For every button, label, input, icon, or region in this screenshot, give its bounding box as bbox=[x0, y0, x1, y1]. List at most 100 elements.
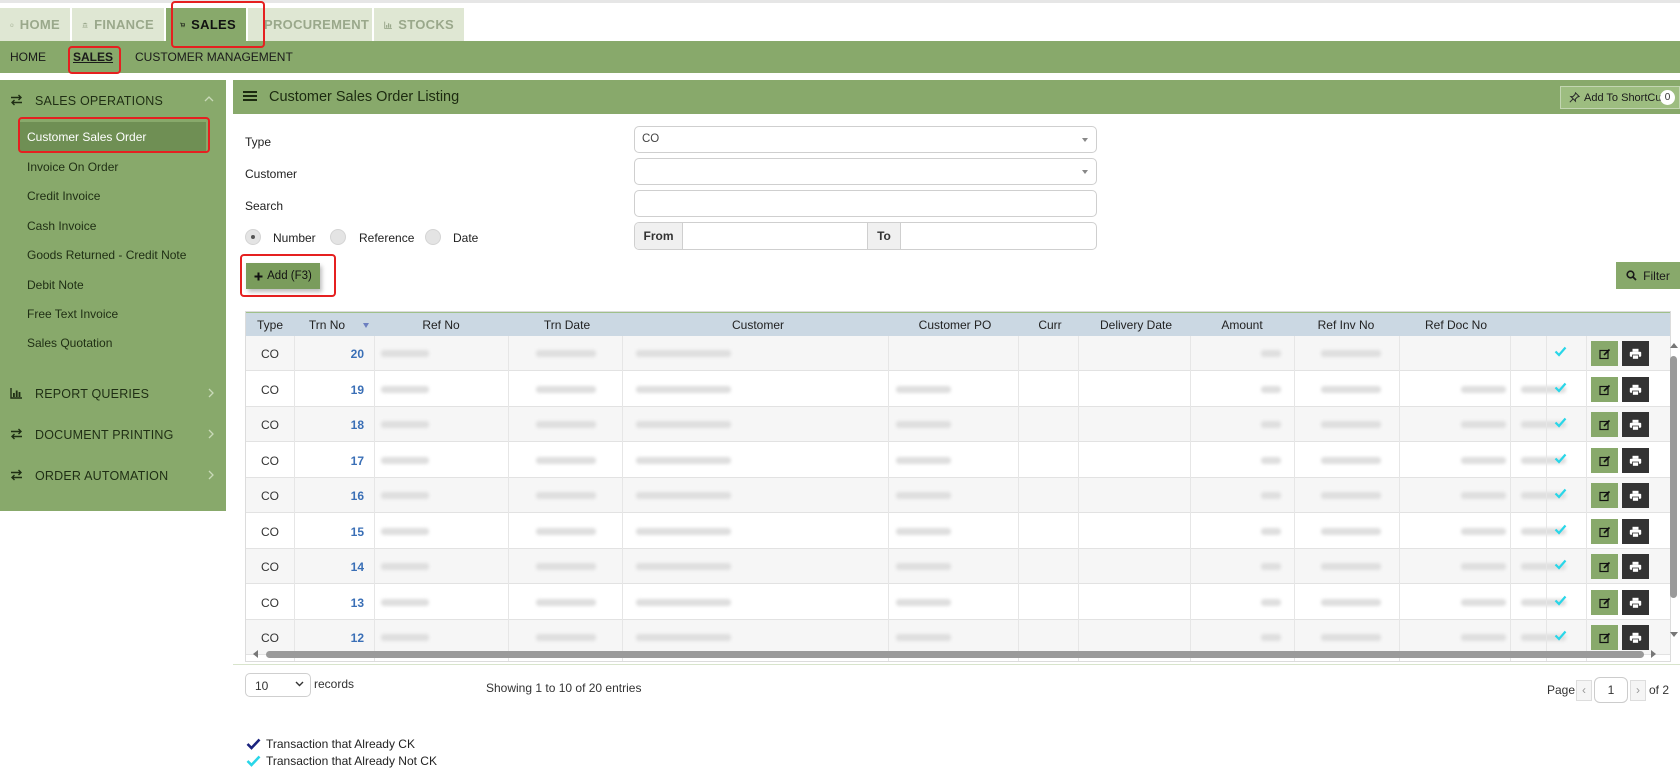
sidebar-item-invoice-on-order[interactable]: Invoice On Order bbox=[27, 160, 118, 174]
home-icon bbox=[10, 22, 14, 27]
table-row[interactable]: CO 16 bbox=[246, 478, 1670, 513]
sidebar-item-sales-quotation[interactable]: Sales Quotation bbox=[27, 336, 112, 350]
column-header[interactable]: Curr bbox=[1020, 318, 1080, 332]
page-number-input[interactable]: 1 bbox=[1594, 677, 1628, 703]
scroll-up-arrow-icon[interactable] bbox=[1670, 343, 1678, 348]
edit-button[interactable] bbox=[1591, 448, 1618, 473]
cell-trn-no[interactable]: 12 bbox=[294, 631, 364, 645]
table-row[interactable]: CO 14 bbox=[246, 549, 1670, 584]
cell-trn-no[interactable]: 16 bbox=[294, 489, 364, 503]
sidebar-item-cash-invoice[interactable]: Cash Invoice bbox=[27, 219, 96, 233]
column-header[interactable]: Trn No bbox=[294, 318, 360, 332]
tab-stocks[interactable]: STOCKS bbox=[374, 8, 464, 41]
vertical-scrollbar[interactable] bbox=[1667, 340, 1680, 640]
column-header[interactable]: Customer PO bbox=[890, 318, 1020, 332]
print-button[interactable] bbox=[1622, 412, 1649, 437]
page-size-select[interactable]: 10 bbox=[245, 673, 311, 697]
add-to-shortcut-button[interactable]: Add To ShortCut 0 bbox=[1560, 86, 1680, 109]
edit-button[interactable] bbox=[1591, 554, 1618, 579]
cell-trn-no[interactable]: 17 bbox=[294, 454, 364, 468]
column-header[interactable]: Ref Doc No bbox=[1401, 318, 1511, 332]
radio-number[interactable] bbox=[245, 229, 261, 245]
column-header[interactable]: Amount bbox=[1192, 318, 1292, 332]
print-button[interactable] bbox=[1622, 448, 1649, 473]
sidebar-item-debit-note[interactable]: Debit Note bbox=[27, 278, 84, 292]
cell-trn-no[interactable]: 13 bbox=[294, 596, 364, 610]
customer-label: Customer bbox=[245, 167, 298, 181]
cell-trn-no[interactable]: 19 bbox=[294, 383, 364, 397]
cell-trn-no[interactable]: 18 bbox=[294, 418, 364, 432]
sidebar-item-credit-invoice[interactable]: Credit Invoice bbox=[27, 189, 100, 203]
search-input[interactable] bbox=[634, 190, 1097, 217]
from-input[interactable] bbox=[683, 223, 868, 249]
table-header: Type Trn No Ref No Trn Date Customer Cus… bbox=[246, 312, 1670, 336]
scroll-down-arrow-icon[interactable] bbox=[1670, 632, 1678, 637]
cell-trn-no[interactable]: 14 bbox=[294, 560, 364, 574]
check-light-icon bbox=[1554, 559, 1567, 570]
column-header[interactable]: Delivery Date bbox=[1080, 318, 1192, 332]
table-row[interactable]: CO 13 bbox=[246, 585, 1670, 620]
print-button[interactable] bbox=[1622, 483, 1649, 508]
print-button[interactable] bbox=[1622, 341, 1649, 366]
table-row[interactable]: CO 15 bbox=[246, 514, 1670, 549]
sidebar-section-order-automation[interactable]: ORDER AUTOMATION bbox=[0, 465, 226, 487]
tab-home[interactable]: HOME bbox=[0, 8, 70, 41]
sidebar-section-report-queries[interactable]: REPORT QUERIES bbox=[0, 383, 226, 405]
hamburger-menu-icon[interactable] bbox=[243, 90, 257, 102]
panel-header: Customer Sales Order Listing Add To Shor… bbox=[233, 80, 1680, 114]
table-row[interactable]: CO 19 bbox=[246, 372, 1670, 407]
edit-button[interactable] bbox=[1591, 377, 1618, 402]
add-button[interactable]: Add (F3) bbox=[246, 263, 320, 289]
column-header[interactable]: Customer bbox=[626, 318, 890, 332]
subnav-home[interactable]: HOME bbox=[10, 50, 46, 64]
table-row[interactable]: CO 20 bbox=[246, 336, 1670, 371]
subnav-sales[interactable]: SALES bbox=[73, 50, 113, 64]
horizontal-scroll-thumb[interactable] bbox=[266, 651, 1644, 658]
cell-trn-no[interactable]: 15 bbox=[294, 525, 364, 539]
sidebar-item-goods-returned[interactable]: Goods Returned - Credit Note bbox=[27, 248, 186, 262]
horizontal-scrollbar[interactable] bbox=[250, 648, 1660, 660]
subnav-customer-management[interactable]: CUSTOMER MANAGEMENT bbox=[135, 50, 293, 64]
tab-procurement[interactable]: PROCUREMENT bbox=[248, 8, 372, 41]
tab-sales[interactable]: SALES bbox=[166, 8, 246, 41]
cell-trn-no[interactable]: 20 bbox=[294, 347, 364, 361]
sidebar-item-customer-sales-order[interactable]: Customer Sales Order bbox=[20, 122, 206, 151]
print-button[interactable] bbox=[1622, 519, 1649, 544]
next-page-button[interactable]: › bbox=[1630, 680, 1646, 701]
filter-button[interactable]: Filter bbox=[1616, 262, 1680, 289]
print-button[interactable] bbox=[1622, 554, 1649, 579]
chevron-right-icon bbox=[208, 470, 214, 480]
sidebar-item-free-text-invoice[interactable]: Free Text Invoice bbox=[27, 307, 118, 321]
table-row[interactable]: CO 18 bbox=[246, 407, 1670, 442]
edit-button[interactable] bbox=[1591, 483, 1618, 508]
column-header[interactable]: Trn Date bbox=[512, 318, 622, 332]
edit-icon bbox=[1598, 384, 1610, 395]
sidebar-section-sales-operations[interactable]: SALES OPERATIONS bbox=[0, 90, 226, 112]
redacted-cell bbox=[1461, 492, 1506, 499]
table-row[interactable]: CO 17 bbox=[246, 443, 1670, 478]
sort-desc-icon[interactable] bbox=[363, 323, 369, 328]
print-button[interactable] bbox=[1622, 377, 1649, 402]
edit-button[interactable] bbox=[1591, 412, 1618, 437]
edit-button[interactable] bbox=[1591, 341, 1618, 366]
column-header[interactable]: Ref No bbox=[376, 318, 506, 332]
radio-reference[interactable] bbox=[330, 229, 346, 245]
scroll-left-arrow-icon[interactable] bbox=[253, 650, 258, 658]
column-header[interactable]: Type bbox=[246, 318, 294, 332]
to-input[interactable] bbox=[901, 223, 1096, 249]
customer-select[interactable] bbox=[634, 158, 1097, 185]
edit-button[interactable] bbox=[1591, 590, 1618, 615]
edit-button[interactable] bbox=[1591, 519, 1618, 544]
scroll-right-arrow-icon[interactable] bbox=[1651, 650, 1656, 658]
edit-button[interactable] bbox=[1591, 625, 1618, 650]
column-header[interactable]: Ref Inv No bbox=[1296, 318, 1396, 332]
sidebar-section-document-printing[interactable]: DOCUMENT PRINTING bbox=[0, 424, 226, 446]
prev-page-button[interactable]: ‹ bbox=[1576, 680, 1592, 701]
module-tabs: HOME FINANCE SALES PROCUREMENT STOCKS bbox=[0, 8, 466, 41]
type-select[interactable]: CO bbox=[634, 126, 1097, 153]
print-button[interactable] bbox=[1622, 625, 1649, 650]
vertical-scroll-thumb[interactable] bbox=[1670, 356, 1677, 598]
print-button[interactable] bbox=[1622, 590, 1649, 615]
radio-date[interactable] bbox=[425, 229, 441, 245]
tab-finance[interactable]: FINANCE bbox=[72, 8, 164, 41]
